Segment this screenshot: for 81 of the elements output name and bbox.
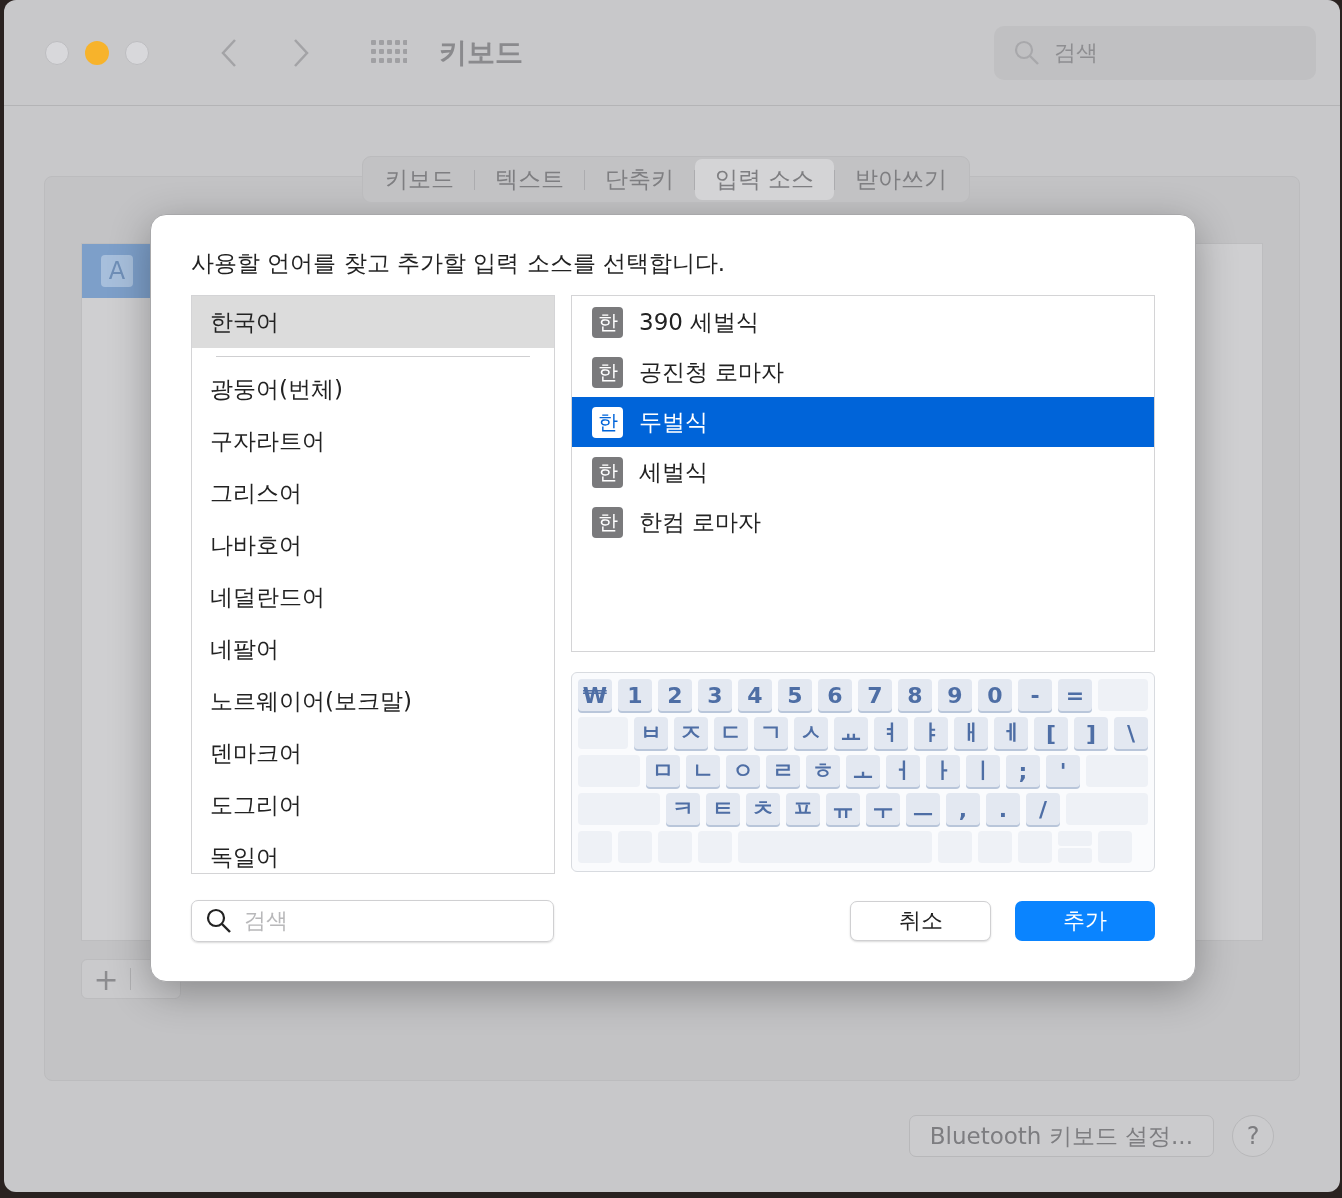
search-icon [1014,39,1040,66]
key: 7 [858,679,892,711]
key: ₩ [578,679,612,711]
back-icon[interactable] [219,37,239,68]
language-item[interactable]: 도그리어 [192,779,554,831]
input-source-item[interactable]: 한 세벌식 [572,447,1154,497]
input-source-item[interactable]: 한 한컴 로마자 [572,497,1154,547]
close-button[interactable] [45,40,69,65]
key: 1 [618,679,652,711]
grid-icon[interactable] [371,39,407,66]
key: ㅑ [914,717,948,749]
search-icon [206,908,232,934]
key: ㄹ [766,755,800,787]
zoom-button[interactable] [125,40,149,65]
key: 4 [738,679,772,711]
key: ㅛ [834,717,868,749]
key: = [1058,679,1092,711]
key: ㅍ [786,793,820,825]
key: ' [1046,755,1080,787]
key: ㅔ [994,717,1028,749]
language-item[interactable]: 나바호어 [192,519,554,571]
key: ㅣ [966,755,1000,787]
key: ㅓ [886,755,920,787]
key: [ [1034,717,1068,749]
key: ㅈ [674,717,708,749]
key: 8 [898,679,932,711]
language-item[interactable]: 광둥어(번체) [192,363,554,415]
key: , [946,793,980,825]
key: ㅐ [954,717,988,749]
key: ㅗ [846,755,880,787]
hangul-badge: 한 [592,506,623,538]
key: ㅡ [906,793,940,825]
source-badge: A [101,255,133,287]
key: ㄴ [686,755,720,787]
key: ㅂ [634,717,668,749]
key: ㅌ [706,793,740,825]
forward-icon[interactable] [291,37,311,68]
key: ㅎ [806,755,840,787]
key: - [1018,679,1052,711]
key: ㅕ [874,717,908,749]
key: / [1026,793,1060,825]
key: ] [1074,717,1108,749]
input-source-item[interactable]: 한 공진청 로마자 [572,347,1154,397]
key: ㅅ [794,717,828,749]
minimize-button[interactable] [85,40,109,65]
language-item[interactable]: 네팔어 [192,623,554,675]
cancel-button[interactable]: 취소 [850,901,991,941]
key: ㅋ [666,793,700,825]
key: 0 [978,679,1012,711]
key: ㅇ [726,755,760,787]
hangul-badge: 한 [592,406,623,438]
key: 5 [778,679,812,711]
key: 9 [938,679,972,711]
language-item[interactable]: 독일어 [192,831,554,873]
language-item[interactable]: 구자라트어 [192,415,554,467]
language-item[interactable]: 한국어 [192,296,554,348]
window-title: 키보드 [439,34,523,71]
key: ; [1006,755,1040,787]
add-button[interactable]: 추가 [1015,901,1155,941]
key: ㅁ [646,755,680,787]
key: ㅠ [826,793,860,825]
key: \ [1114,717,1148,749]
language-item[interactable]: 노르웨이어(보크말) [192,675,554,727]
dialog-prompt: 사용할 언어를 찾고 추가할 입력 소스를 선택합니다. [191,249,727,278]
key: 2 [658,679,692,711]
key: 3 [698,679,732,711]
key: . [986,793,1020,825]
key: 6 [818,679,852,711]
key: ㅊ [746,793,780,825]
input-source-item[interactable]: 한 390 세벌식 [572,297,1154,347]
key: ㄱ [754,717,788,749]
hangul-badge: 한 [592,306,623,338]
key: ㅜ [866,793,900,825]
input-source-item[interactable]: 한 두벌식 [572,397,1154,447]
key: ㅏ [926,755,960,787]
language-item[interactable]: 덴마크어 [192,727,554,779]
hangul-badge: 한 [592,456,623,488]
language-item[interactable]: 네덜란드어 [192,571,554,623]
language-item[interactable]: 그리스어 [192,467,554,519]
hangul-badge: 한 [592,356,623,388]
key: ㄷ [714,717,748,749]
